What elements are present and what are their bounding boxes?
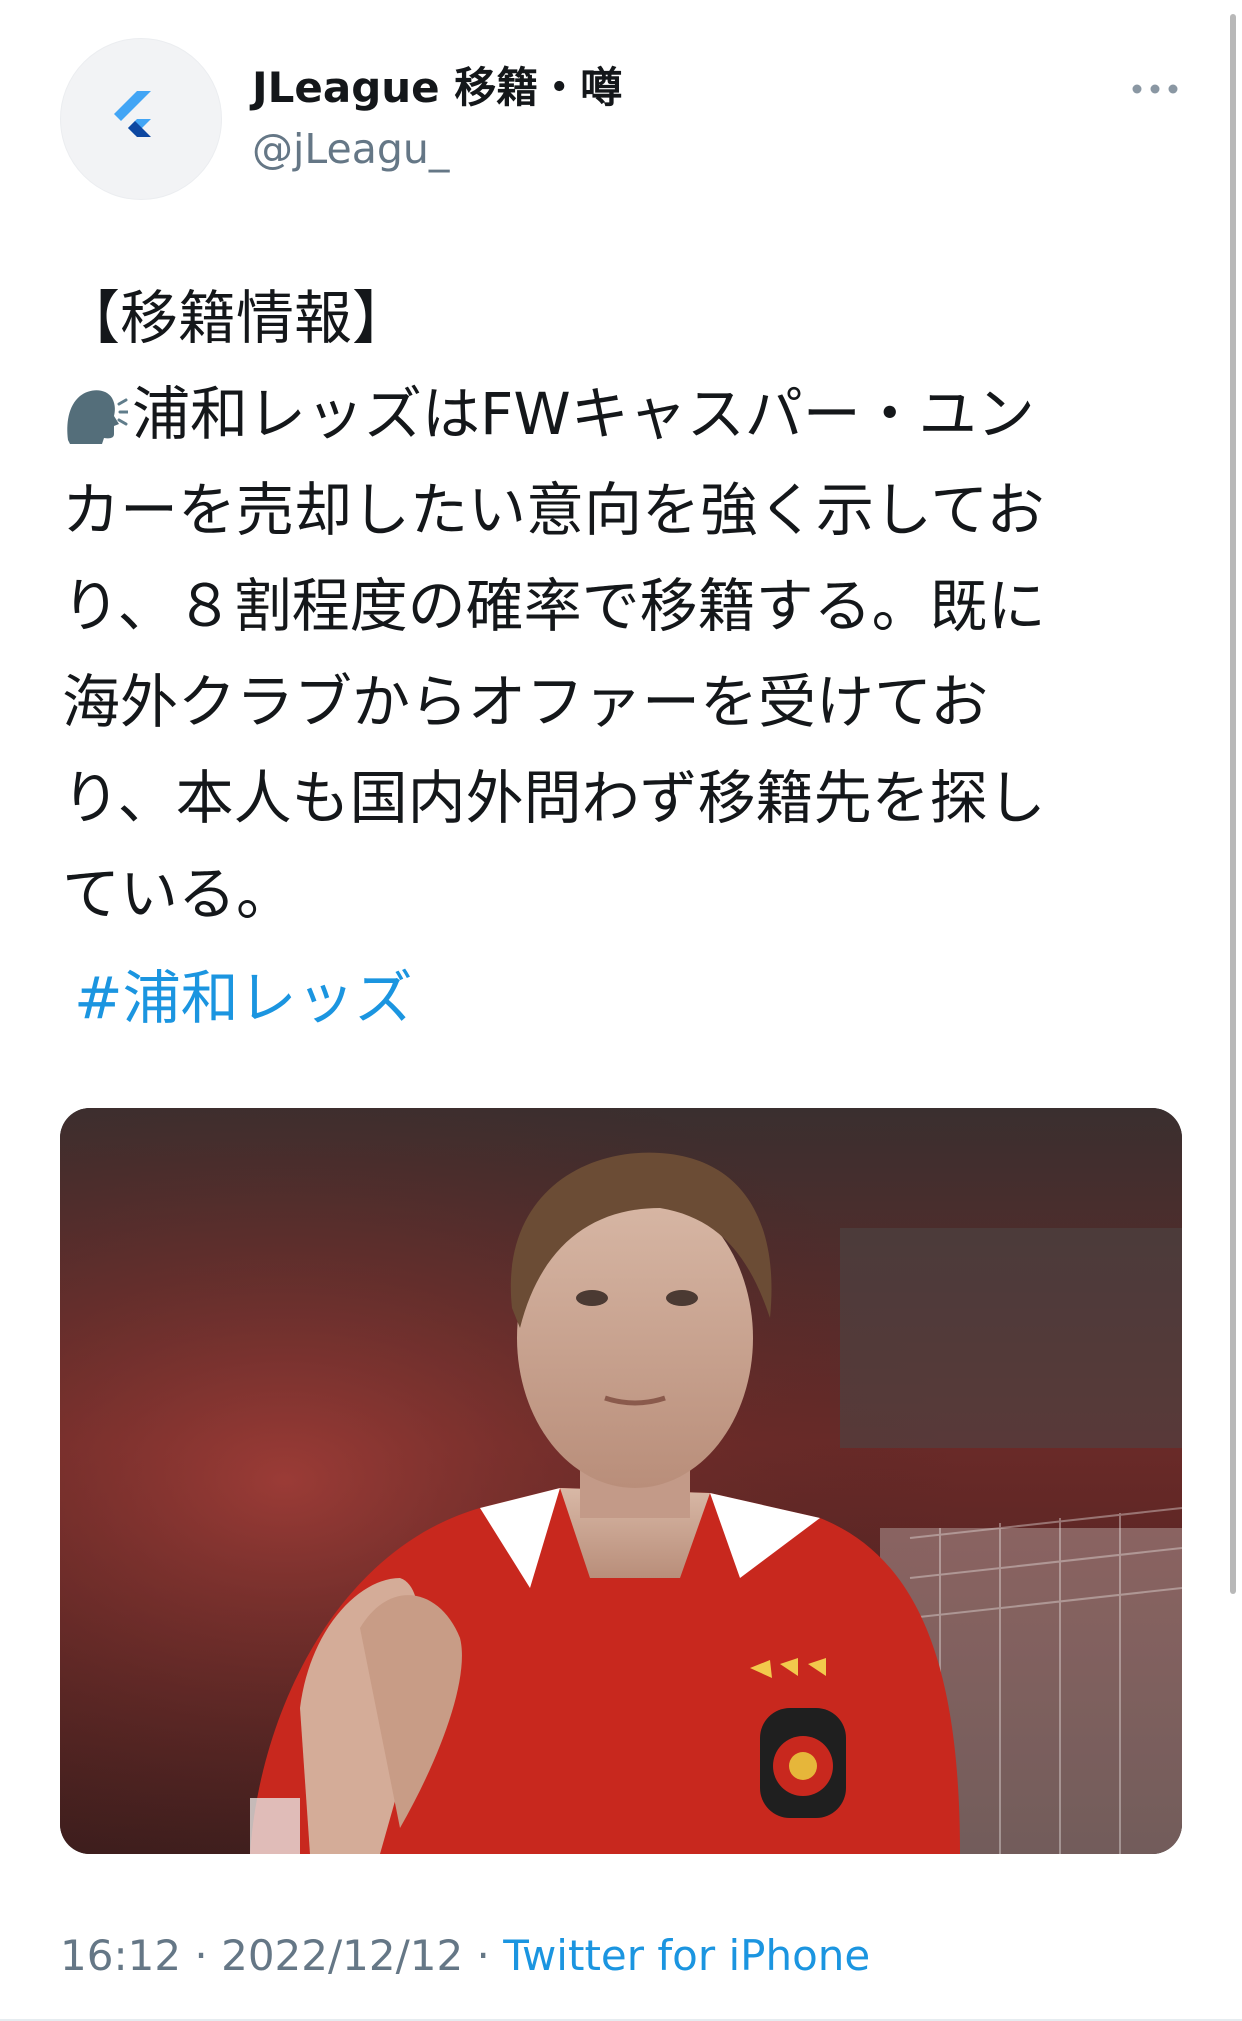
tweet-line: り、８割程度の確率で移籍する。既に — [62, 572, 1046, 640]
tweet-line: ている。 — [62, 860, 295, 928]
tweet-line-text: 浦和レッズはFWキャスパー・ユン — [132, 380, 1035, 448]
speaking-head-icon — [67, 390, 128, 444]
tweet-line: 海外クラブからオファーを受けてお — [62, 668, 989, 736]
author-avatar[interactable] — [60, 38, 222, 200]
player-photo-illustration — [60, 1108, 1182, 1854]
more-options-icon[interactable] — [1130, 76, 1180, 102]
meta-separator: · — [463, 1931, 504, 1980]
tweet-photo[interactable] — [60, 1108, 1182, 1854]
tweet-line: り、本人も国内外問わず移籍先を探し — [62, 764, 1046, 832]
tweet-date: 2022/12/12 — [221, 1931, 464, 1980]
author-handle[interactable]: @jLeagu_ — [252, 124, 449, 174]
tweet-source-link[interactable]: Twitter for iPhone — [503, 1931, 870, 1980]
scroll-indicator[interactable] — [1230, 14, 1236, 1594]
tweet-detail-screen: JLeague 移籍・噂 @jLeagu_ 【移籍情報】 浦和レッズはFWキャス… — [0, 0, 1242, 2021]
meta-separator: · — [181, 1931, 222, 1980]
tweet-line: カーを売却したい意向を強く示してお — [62, 476, 1045, 544]
flutter-logo-icon — [114, 91, 151, 137]
hashtag-link[interactable]: #浦和レッズ — [74, 950, 413, 1046]
tweet-line: 浦和レッズはFWキャスパー・ユン — [62, 366, 1182, 462]
tweet-text: 【移籍情報】 浦和レッズはFWキャスパー・ユン カーを売却したい意向を強く示して… — [62, 270, 1182, 942]
author-display-name[interactable]: JLeague 移籍・噂 — [252, 62, 622, 114]
tweet-line: 【移籍情報】 — [62, 284, 411, 352]
tweet-meta: 16:12 · 2022/12/12 · Twitter for iPhone — [60, 1930, 870, 1982]
tweet-time: 16:12 — [60, 1931, 182, 1980]
